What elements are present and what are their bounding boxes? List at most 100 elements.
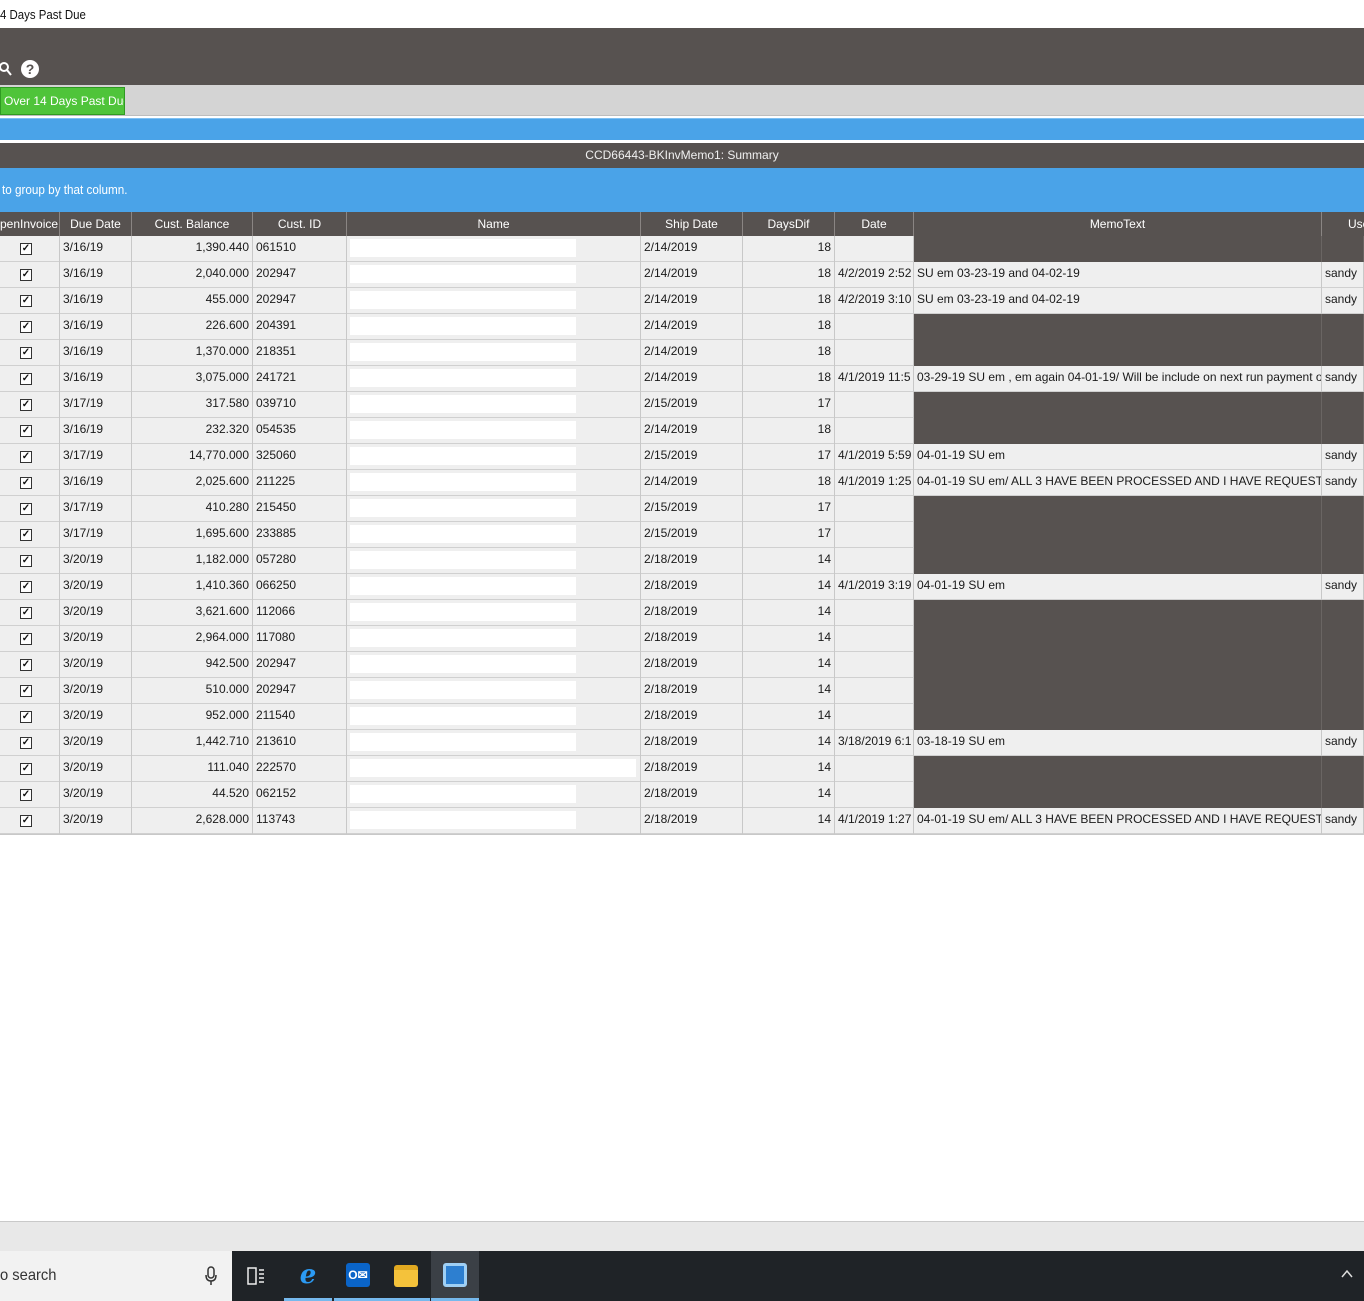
days-cell[interactable]: 18 xyxy=(743,314,835,340)
name-cell[interactable] xyxy=(347,418,641,444)
open-invoice-cell[interactable]: ✓ xyxy=(0,574,60,600)
task-view-icon[interactable] xyxy=(232,1251,280,1301)
table-row[interactable]: ✓ 3/20/19 942.500 202947 2/18/2019 14 xyxy=(0,652,1364,678)
date-cell[interactable]: 4/1/2019 1:27 xyxy=(835,808,914,834)
memo-cell[interactable] xyxy=(914,652,1322,678)
open-invoice-cell[interactable]: ✓ xyxy=(0,522,60,548)
open-invoice-cell[interactable]: ✓ xyxy=(0,496,60,522)
open-invoice-cell[interactable]: ✓ xyxy=(0,678,60,704)
balance-cell[interactable]: 3,075.000 xyxy=(132,366,253,392)
name-cell[interactable] xyxy=(347,574,641,600)
ship-cell[interactable]: 2/18/2019 xyxy=(641,600,743,626)
open-invoice-cell[interactable]: ✓ xyxy=(0,262,60,288)
table-row[interactable]: ✓ 3/20/19 1,410.360 066250 2/18/2019 14 4/1/20… xyxy=(0,574,1364,600)
open-invoice-checkbox[interactable]: ✓ xyxy=(20,737,32,749)
user-cell[interactable] xyxy=(1322,314,1364,340)
date-cell[interactable]: 4/1/2019 5:59 xyxy=(835,444,914,470)
name-cell[interactable] xyxy=(347,314,641,340)
ship-cell[interactable]: 2/18/2019 xyxy=(641,730,743,756)
date-cell[interactable] xyxy=(835,548,914,574)
open-invoice-checkbox[interactable]: ✓ xyxy=(20,347,32,359)
memo-cell[interactable]: 04-01-19 SU em xyxy=(914,574,1322,600)
due-cell[interactable]: 3/20/19 xyxy=(60,574,132,600)
user-cell[interactable] xyxy=(1322,392,1364,418)
balance-cell[interactable]: 455.000 xyxy=(132,288,253,314)
memo-cell[interactable] xyxy=(914,678,1322,704)
cust-id-cell[interactable]: 211540 xyxy=(253,704,347,730)
cust-id-cell[interactable]: 222570 xyxy=(253,756,347,782)
user-cell[interactable] xyxy=(1322,626,1364,652)
open-invoice-checkbox[interactable]: ✓ xyxy=(20,581,32,593)
date-cell[interactable] xyxy=(835,522,914,548)
column-header-date[interactable]: Date xyxy=(835,212,914,236)
user-cell[interactable] xyxy=(1322,704,1364,730)
name-cell[interactable] xyxy=(347,496,641,522)
table-row[interactable]: ✓ 3/16/19 3,075.000 241721 2/14/2019 18 4/1/20… xyxy=(0,366,1364,392)
days-cell[interactable]: 18 xyxy=(743,470,835,496)
memo-cell[interactable] xyxy=(914,782,1322,808)
days-cell[interactable]: 17 xyxy=(743,392,835,418)
ship-cell[interactable]: 2/18/2019 xyxy=(641,756,743,782)
balance-cell[interactable]: 232.320 xyxy=(132,418,253,444)
cust-id-cell[interactable]: 066250 xyxy=(253,574,347,600)
memo-cell[interactable] xyxy=(914,236,1322,262)
ship-cell[interactable]: 2/18/2019 xyxy=(641,808,743,834)
memo-cell[interactable] xyxy=(914,418,1322,444)
days-cell[interactable]: 14 xyxy=(743,600,835,626)
days-cell[interactable]: 14 xyxy=(743,756,835,782)
balance-cell[interactable]: 1,442.710 xyxy=(132,730,253,756)
date-cell[interactable]: 4/2/2019 3:10 xyxy=(835,288,914,314)
date-cell[interactable]: 4/1/2019 1:25 xyxy=(835,470,914,496)
ship-cell[interactable]: 2/18/2019 xyxy=(641,782,743,808)
memo-cell[interactable] xyxy=(914,496,1322,522)
table-row[interactable]: ✓ 3/20/19 952.000 211540 2/18/2019 14 xyxy=(0,704,1364,730)
memo-cell[interactable] xyxy=(914,704,1322,730)
cust-id-cell[interactable]: 215450 xyxy=(253,496,347,522)
user-cell[interactable]: sandy xyxy=(1322,262,1364,288)
open-invoice-checkbox[interactable]: ✓ xyxy=(20,555,32,567)
column-header-cust-balance[interactable]: Cust. Balance xyxy=(132,212,253,236)
name-cell[interactable] xyxy=(347,470,641,496)
due-cell[interactable]: 3/20/19 xyxy=(60,730,132,756)
open-invoice-cell[interactable]: ✓ xyxy=(0,782,60,808)
cust-id-cell[interactable]: 213610 xyxy=(253,730,347,756)
help-icon[interactable]: ? xyxy=(21,60,39,78)
open-invoice-cell[interactable]: ✓ xyxy=(0,470,60,496)
name-cell[interactable] xyxy=(347,366,641,392)
days-cell[interactable]: 18 xyxy=(743,366,835,392)
column-header-cust-id[interactable]: Cust. ID xyxy=(253,212,347,236)
open-invoice-cell[interactable]: ✓ xyxy=(0,808,60,834)
memo-cell[interactable] xyxy=(914,600,1322,626)
cust-id-cell[interactable]: 039710 xyxy=(253,392,347,418)
due-cell[interactable]: 3/20/19 xyxy=(60,756,132,782)
date-cell[interactable]: 4/1/2019 11:5 xyxy=(835,366,914,392)
outlook-icon[interactable]: O✉ xyxy=(334,1251,382,1301)
balance-cell[interactable]: 1,410.360 xyxy=(132,574,253,600)
balance-cell[interactable]: 1,370.000 xyxy=(132,340,253,366)
user-cell[interactable]: sandy xyxy=(1322,366,1364,392)
name-cell[interactable] xyxy=(347,626,641,652)
open-invoice-checkbox[interactable]: ✓ xyxy=(20,373,32,385)
name-cell[interactable] xyxy=(347,782,641,808)
open-invoice-cell[interactable]: ✓ xyxy=(0,626,60,652)
name-cell[interactable] xyxy=(347,704,641,730)
date-cell[interactable] xyxy=(835,652,914,678)
days-cell[interactable]: 14 xyxy=(743,808,835,834)
memo-cell[interactable]: 03-18-19 SU em xyxy=(914,730,1322,756)
taskbar-search-box[interactable]: o search xyxy=(0,1251,232,1301)
name-cell[interactable] xyxy=(347,444,641,470)
ship-cell[interactable]: 2/14/2019 xyxy=(641,262,743,288)
column-header-name[interactable]: Name xyxy=(347,212,641,236)
balance-cell[interactable]: 952.000 xyxy=(132,704,253,730)
search-icon[interactable] xyxy=(0,60,12,78)
ship-cell[interactable]: 2/18/2019 xyxy=(641,626,743,652)
open-invoice-checkbox[interactable]: ✓ xyxy=(20,399,32,411)
name-cell[interactable] xyxy=(347,652,641,678)
days-cell[interactable]: 14 xyxy=(743,626,835,652)
days-cell[interactable]: 18 xyxy=(743,340,835,366)
table-row[interactable]: ✓ 3/20/19 1,182.000 057280 2/18/2019 14 xyxy=(0,548,1364,574)
date-cell[interactable] xyxy=(835,314,914,340)
memo-cell[interactable]: 04-01-19 SU em xyxy=(914,444,1322,470)
days-cell[interactable]: 14 xyxy=(743,782,835,808)
user-cell[interactable] xyxy=(1322,600,1364,626)
